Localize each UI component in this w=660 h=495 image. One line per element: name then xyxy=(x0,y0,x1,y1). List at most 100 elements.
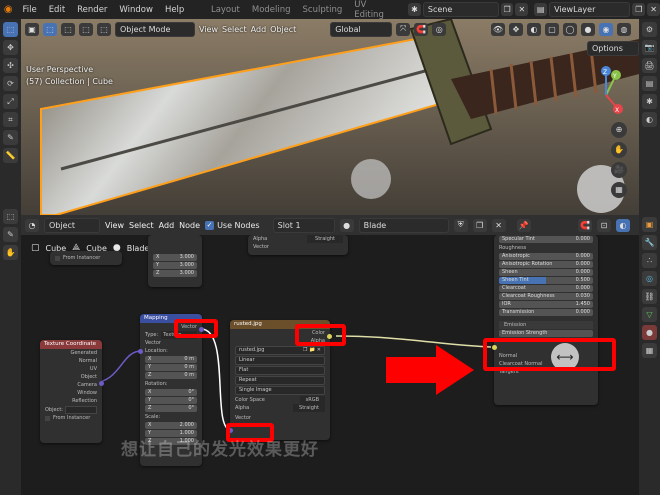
gizmo-toggle-icon[interactable]: ✥ xyxy=(509,22,523,36)
select-box-icon[interactable]: ⬚ xyxy=(3,22,18,37)
hand-icon[interactable]: ✋ xyxy=(3,245,18,260)
measure-icon[interactable]: 📏 xyxy=(3,148,18,163)
zoom-icon[interactable]: ⊕ xyxy=(611,122,627,138)
texture-props-icon[interactable]: ▦ xyxy=(642,343,657,358)
tab-uv-editing[interactable]: UV Editing xyxy=(348,0,401,20)
visibility-icon[interactable]: 👁 xyxy=(491,22,505,36)
constraints-props-icon[interactable]: ⛓ xyxy=(642,289,657,304)
output-props-icon[interactable]: 🖨 xyxy=(642,58,657,73)
bsdf-emission-strength[interactable]: Emission Strength xyxy=(499,330,593,337)
move-icon[interactable]: ✣ xyxy=(3,58,18,73)
render-props-icon[interactable]: 📷 xyxy=(642,40,657,55)
pan-hand-icon[interactable]: ✋ xyxy=(611,142,627,158)
node-select-icon[interactable]: ⬚ xyxy=(3,209,18,224)
select-mode-icon[interactable]: ⬚ xyxy=(43,22,57,36)
texcoord-instancer-checkbox[interactable] xyxy=(45,415,50,421)
ortho-grid-icon[interactable]: ▦ xyxy=(611,182,627,198)
viewlayer-close-icon[interactable]: ✕ xyxy=(647,3,660,16)
object-props-icon[interactable]: ▣ xyxy=(642,217,657,232)
bsdf-sheen[interactable]: Sheen 0.000 xyxy=(499,269,593,276)
node-menu-select[interactable]: Select xyxy=(129,221,154,230)
node-menu-add[interactable]: Add xyxy=(159,221,175,230)
bsdf-anisotropic[interactable]: Anisotropic 0.000 xyxy=(499,253,593,260)
snap-node-icon[interactable]: 🧲 xyxy=(578,218,592,232)
xray-icon[interactable]: ▢ xyxy=(545,22,559,36)
checkbox-icon[interactable] xyxy=(55,255,60,261)
menu-window[interactable]: Window xyxy=(113,5,159,15)
node-partial-xyz[interactable]: X 3.000 Y 3.000 Z 3.000 xyxy=(148,235,202,287)
tool-props-icon[interactable]: ⚙ xyxy=(642,22,657,37)
scene-props-icon[interactable]: ✱ xyxy=(642,94,657,109)
snap-icon[interactable]: 🧲 xyxy=(414,22,429,36)
xyz-y-field[interactable]: Y 3.000 xyxy=(153,262,197,269)
tab-sculpting[interactable]: Sculpting xyxy=(297,5,349,15)
pivot-icon[interactable]: ⤧ xyxy=(396,22,411,36)
tab-modeling[interactable]: Modeling xyxy=(246,5,297,15)
transform-icon[interactable]: ⌗ xyxy=(3,112,18,127)
3d-viewport[interactable] xyxy=(21,19,639,215)
modifier-props-icon[interactable]: 🔧 xyxy=(642,235,657,250)
xyz-x-field[interactable]: X 3.000 xyxy=(153,254,197,261)
bsdf-specular-tint[interactable]: Specular Tint 0.000 xyxy=(499,236,593,243)
interpolation-dropdown[interactable]: Linear xyxy=(235,356,325,365)
select-extend-icon[interactable]: ⬚ xyxy=(61,22,75,36)
shading-wire-icon[interactable]: ◯ xyxy=(563,22,577,36)
node-editor-canvas[interactable]: ▢ Cube ⟁ Cube ● Blade From Instancer X 3.… xyxy=(21,235,639,495)
view-layer-props-icon[interactable]: ▤ xyxy=(642,76,657,91)
node-partial-alpha[interactable]: Alpha Straight Vector xyxy=(248,235,348,255)
shading-solid-icon[interactable]: ● xyxy=(581,22,595,36)
snap-target-icon[interactable]: ⊡ xyxy=(597,218,611,232)
options-dropdown[interactable]: Options xyxy=(587,41,639,56)
node-menu-node[interactable]: Node xyxy=(179,221,200,230)
node-partial-instancer[interactable]: From Instancer xyxy=(50,251,122,265)
use-nodes-checkbox[interactable]: ✓ xyxy=(205,220,215,230)
location-x[interactable]: X0 m xyxy=(145,356,197,363)
object-mode-dropdown[interactable]: Object Mode xyxy=(115,21,195,37)
tab-layout[interactable]: Layout xyxy=(205,5,246,15)
navigation-gizmo[interactable]: Y Z X xyxy=(586,65,626,120)
extension-dropdown[interactable]: Repeat xyxy=(235,376,325,385)
node-principled-bsdf[interactable]: Specular Tint 0.000 Roughness Anisotropic… xyxy=(494,235,598,405)
editor-type-icon[interactable]: ▣ xyxy=(25,22,39,36)
bsdf-clearcoat-roughness[interactable]: Clearcoat Roughness 0.030 xyxy=(499,293,593,300)
material-close-icon[interactable]: ✕ xyxy=(491,218,506,232)
node-annotate-icon[interactable]: ✎ xyxy=(3,227,18,242)
socket-mapping-vector-in[interactable] xyxy=(138,349,143,354)
viewport-menu-add[interactable]: Add xyxy=(251,25,267,34)
object-picker-field[interactable] xyxy=(64,406,97,414)
use-nodes-toggle[interactable]: ✓ Use Nodes xyxy=(205,220,260,230)
select-invert-icon[interactable]: ⬚ xyxy=(97,22,111,36)
node-editor-type-icon[interactable]: ◔ xyxy=(25,218,39,232)
cursor-icon[interactable]: ✥ xyxy=(3,40,18,55)
annotate-icon[interactable]: ✎ xyxy=(3,130,18,145)
scale-icon[interactable]: ⤢ xyxy=(3,94,18,109)
viewlayer-icon[interactable]: ▤ xyxy=(534,3,548,16)
color-space-dropdown[interactable]: sRGB xyxy=(299,396,325,404)
scene-icon[interactable]: ✱ xyxy=(408,3,421,16)
pin-icon[interactable]: 📌 xyxy=(516,218,531,232)
material-name-field[interactable]: Blade xyxy=(358,217,449,233)
menu-help[interactable]: Help xyxy=(159,5,190,15)
viewport-menu-view[interactable]: View xyxy=(199,25,218,34)
camera-view-icon[interactable]: 🎥 xyxy=(611,162,627,178)
node-menu-view[interactable]: View xyxy=(105,221,124,230)
viewlayer-field[interactable]: ViewLayer xyxy=(549,2,631,17)
overlay-icon[interactable]: ◐ xyxy=(527,22,541,36)
viewlayer-copy-icon[interactable]: ❐ xyxy=(632,3,646,16)
menu-file[interactable]: File xyxy=(16,5,42,15)
blender-logo-icon[interactable]: ◉ xyxy=(0,4,16,15)
shading-material-icon[interactable]: ◉ xyxy=(599,22,613,36)
viewport-menu-select[interactable]: Select xyxy=(222,25,247,34)
material-shield-icon[interactable]: ⛨ xyxy=(453,218,468,232)
viewport-menu-object[interactable]: Object xyxy=(270,25,296,34)
location-z[interactable]: Z0 m xyxy=(145,372,197,379)
scene-copy-icon[interactable]: ❐ xyxy=(500,3,514,16)
location-y[interactable]: Y0 m xyxy=(145,364,197,371)
physics-props-icon[interactable]: ◎ xyxy=(642,271,657,286)
menu-render[interactable]: Render xyxy=(71,5,113,15)
particles-props-icon[interactable]: ∴ xyxy=(642,253,657,268)
image-alpha-dropdown[interactable]: Straight xyxy=(293,404,325,412)
slot-dropdown[interactable]: Slot 1 xyxy=(272,217,335,233)
shader-type-dropdown[interactable]: Object xyxy=(44,217,100,233)
scene-close-icon[interactable]: ✕ xyxy=(515,3,529,16)
